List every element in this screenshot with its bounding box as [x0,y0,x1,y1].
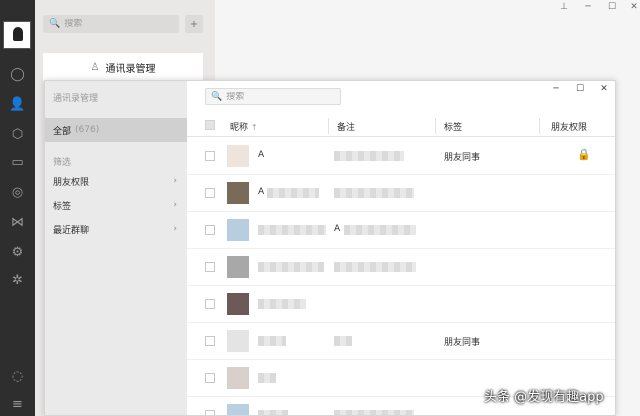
row-checkbox[interactable] [205,373,215,383]
table-row[interactable] [187,286,615,323]
nav-rail: ◯ 👤 ⬡ ▭ ◎ ⋈ ⚙ ✲ ◌ ≡ [0,0,35,416]
manager-search[interactable]: 🔍 [205,88,341,105]
row-checkbox[interactable] [205,262,215,272]
close-icon[interactable]: ✕ [627,2,640,12]
contact-tag: 朋友同事 [444,338,481,348]
channels-icon[interactable]: ⋈ [0,212,35,232]
filter-recent-groups[interactable]: 最近群聊 › [45,218,187,240]
manager-main: 🔍 ─ ☐ ✕ 昵称 ↑ 备注 标签 朋友权限 A 朋友同事 🔒 [187,81,615,415]
contact-avatar [227,367,249,389]
user-avatar[interactable] [3,21,31,49]
contact-avatar [227,145,249,167]
row-checkbox[interactable] [205,151,215,161]
row-checkbox[interactable] [205,188,215,198]
select-all-checkbox[interactable] [205,120,215,130]
window-maximize-icon[interactable]: ☐ [573,84,587,94]
pin-icon[interactable]: ⊥ [557,2,571,12]
window-close-icon[interactable]: ✕ [597,84,611,94]
filter-permission[interactable]: 朋友权限 › [45,170,187,192]
chat-icon[interactable]: ◯ [0,64,35,84]
table-row[interactable]: 朋友同事 [187,323,615,360]
contacts-manager-button[interactable]: ♙ 通讯录管理 [43,53,203,81]
menu-icon[interactable]: ≡ [0,394,35,414]
row-checkbox[interactable] [205,410,215,415]
manager-search-input[interactable] [226,91,327,102]
add-contact-button[interactable]: + [185,15,203,33]
mini-program-icon[interactable]: ✲ [0,270,35,290]
column-tag[interactable]: 标签 [444,120,462,133]
row-checkbox[interactable] [205,336,215,346]
contacts-manager-window: 通讯录管理 全部 (676) 筛选 朋友权限› 标签› 最近群聊› 🔍 ─ ☐ … [44,80,616,416]
contact-avatar [227,293,249,315]
contact-tag: 朋友同事 [444,153,481,163]
manager-sidebar: 通讯录管理 全部 (676) 筛选 朋友权限 › 标签 › 最近群聊 › [45,81,187,415]
phone-icon[interactable]: ◌ [0,366,35,386]
contact-search-input[interactable] [64,19,165,29]
column-nickname[interactable]: 昵称 ↑ [230,120,258,133]
table-header: 昵称 ↑ 备注 标签 朋友权限 [187,115,615,137]
window-minimize-icon[interactable]: ─ [549,84,563,94]
contact-avatar [227,256,249,278]
contacts-manager-label: 通讯录管理 [105,63,156,75]
contact-search[interactable]: 🔍 [43,15,179,33]
contact-remark: A [334,224,341,234]
table-row[interactable] [187,249,615,286]
contact-avatar [227,404,249,415]
table-row[interactable]: A 朋友同事 🔒 [187,138,615,175]
lock-icon: 🔒 [577,148,591,161]
filter-all-count: (676) [75,125,100,135]
chevron-right-icon: › [173,176,177,186]
person-icon: ♙ [90,61,100,73]
search-icon: 🔍 [49,19,61,29]
search-icon: 🔍 [211,91,223,102]
chevron-right-icon: › [173,200,177,210]
filter-tag[interactable]: 标签 › [45,194,187,216]
contact-nickname: A [258,187,265,197]
filter-all-label: 全部 [53,126,72,137]
search-feature-icon[interactable]: ⚙ [0,242,35,262]
contacts-icon[interactable]: 👤 [0,94,35,114]
maximize-icon[interactable]: ☐ [605,2,619,12]
chevron-right-icon: › [173,224,177,234]
table-row[interactable]: A [187,212,615,249]
column-remark[interactable]: 备注 [337,120,355,133]
contact-avatar [227,182,249,204]
filter-all[interactable]: 全部 (676) [45,118,187,142]
contact-avatar [227,219,249,241]
filter-heading: 筛选 [53,158,72,168]
contact-avatar [227,330,249,352]
table-row[interactable]: A [187,175,615,212]
favorites-icon[interactable]: ⬡ [0,124,35,144]
contact-nickname: A [258,150,265,160]
row-checkbox[interactable] [205,299,215,309]
manager-title: 通讯录管理 [53,94,99,104]
watermark: 头条 @发现有趣app [484,390,604,405]
moments-icon[interactable]: ◎ [0,182,35,202]
column-permission[interactable]: 朋友权限 [551,120,587,133]
row-checkbox[interactable] [205,225,215,235]
files-icon[interactable]: ▭ [0,152,35,172]
minimize-icon[interactable]: ─ [581,2,595,12]
